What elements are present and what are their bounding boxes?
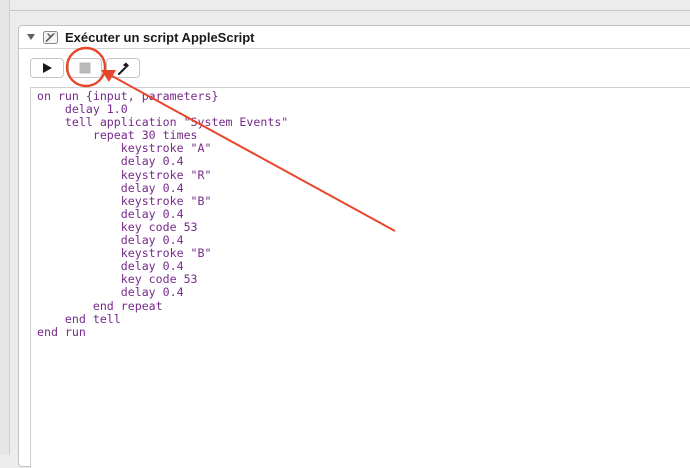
stop-icon <box>79 62 91 74</box>
hammer-icon <box>118 62 129 75</box>
code-line: end repeat <box>37 298 163 313</box>
play-icon <box>43 63 52 73</box>
code-line: delay 1.0 <box>37 102 128 117</box>
script-code[interactable]: on run {input, parameters} delay 1.0 tel… <box>31 88 690 339</box>
action-header: Exécuter un script AppleScript <box>19 26 690 49</box>
action-panel: Exécuter un script AppleScript on run {i… <box>18 25 690 468</box>
script-editor[interactable]: on run {input, parameters} delay 1.0 tel… <box>30 87 690 468</box>
stop-button[interactable] <box>68 58 102 78</box>
script-toolbar <box>30 58 140 78</box>
code-line: end run <box>37 324 86 339</box>
code-line: keystroke "B" <box>37 193 212 208</box>
run-button[interactable] <box>30 58 64 78</box>
top-divider <box>10 0 690 11</box>
code-line: key code 53 <box>37 272 198 287</box>
code-line: delay 0.4 <box>37 206 184 221</box>
code-line: repeat 30 times <box>37 128 198 143</box>
code-line: keystroke "B" <box>37 246 212 261</box>
code-line: keystroke "A" <box>37 141 212 156</box>
sidebar-edge <box>0 0 10 455</box>
code-line: delay 0.4 <box>37 154 184 169</box>
compile-button[interactable] <box>106 58 140 78</box>
code-line: key code 53 <box>37 219 198 234</box>
code-line: delay 0.4 <box>37 180 184 195</box>
applescript-scroll-icon <box>43 30 58 44</box>
action-title: Exécuter un script AppleScript <box>65 29 255 45</box>
code-line: delay 0.4 <box>37 259 184 274</box>
code-line: keystroke "R" <box>37 167 212 182</box>
disclosure-triangle-icon[interactable] <box>27 34 35 40</box>
code-line: on run {input, parameters} <box>37 89 219 103</box>
code-line: delay 0.4 <box>37 233 184 248</box>
code-line: end tell <box>37 311 121 326</box>
code-line: delay 0.4 <box>37 285 184 300</box>
code-line: tell application "System Events" <box>37 115 289 130</box>
